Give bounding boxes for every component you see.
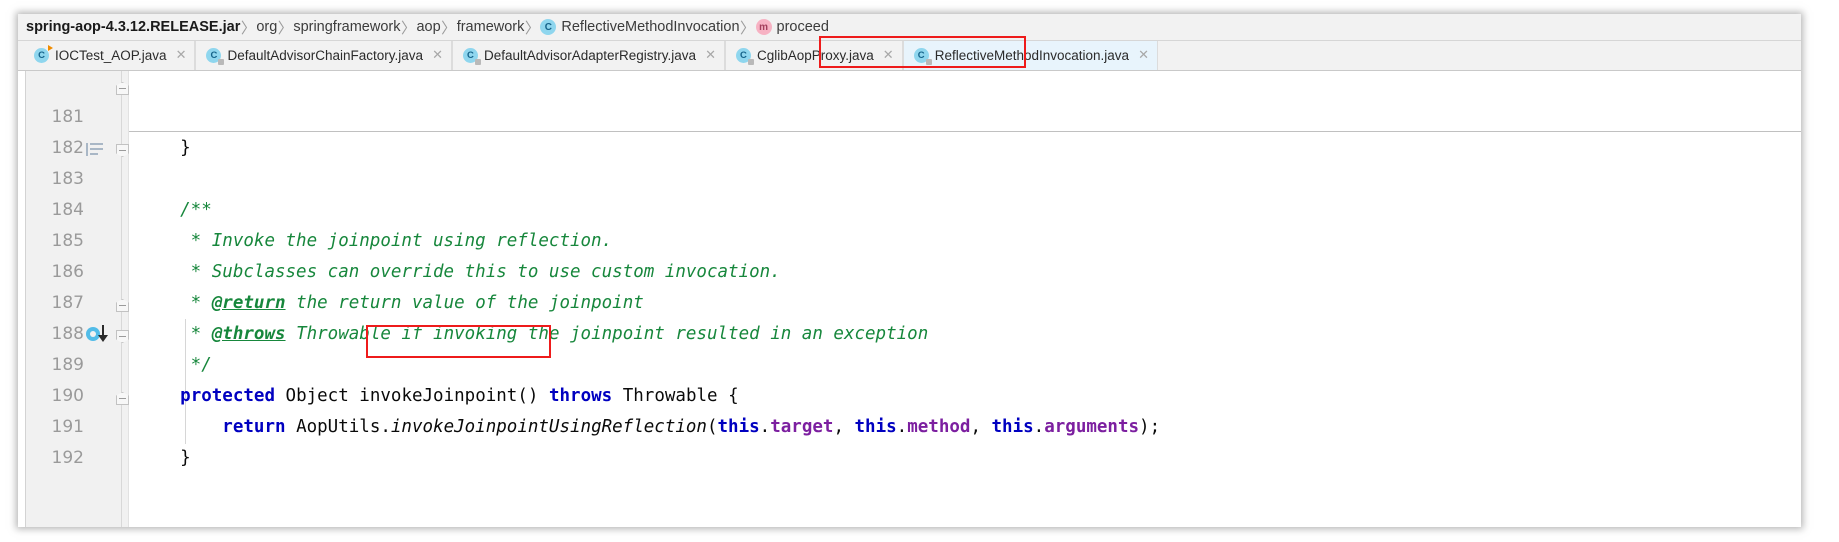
breadcrumb-separator: 〉 xyxy=(441,18,457,37)
class-icon: C xyxy=(540,19,557,35)
java-class-icon: C xyxy=(462,48,481,65)
code-line-185: 185 * Subclasses can override this to us… xyxy=(18,195,1801,282)
code-line-190: 190 return AopUtils.invokeJoinpointUsing… xyxy=(18,350,1801,437)
code-line-188: 188 */ xyxy=(18,288,1801,375)
tab-default-advisor-adapter-registry[interactable]: C DefaultAdvisorAdapterRegistry.java ✕ xyxy=(451,41,725,70)
close-icon[interactable]: ✕ xyxy=(705,49,716,62)
code-line-187: 187 * @throws Throwable if invoking the … xyxy=(18,257,1801,344)
code-line-181: 181 } xyxy=(18,71,1801,158)
tab-label: IOCTest_AOP.java xyxy=(55,47,167,63)
java-class-icon: C xyxy=(913,48,932,65)
breadcrumb-label: springframework xyxy=(293,19,401,35)
tab-label: ReflectiveMethodInvocation.java xyxy=(934,47,1130,63)
breadcrumb-item-class[interactable]: C ReflectiveMethodInvocation xyxy=(540,14,740,40)
code-line-191: 191 } xyxy=(18,381,1801,468)
breadcrumb-item-aop[interactable]: aop xyxy=(416,14,440,40)
tab-label: DefaultAdvisorAdapterRegistry.java xyxy=(483,47,697,63)
code-line-189: 189 protected Object invokeJoinpoint() t… xyxy=(18,319,1801,406)
breadcrumb-label: ReflectiveMethodInvocation xyxy=(561,19,740,35)
code-editor[interactable]: 181 } 182 183 /** 184 * Invoke the joinp… xyxy=(18,71,1801,527)
java-class-icon: C xyxy=(34,45,53,63)
breadcrumb-item-jar[interactable]: spring-aop-4.3.12.RELEASE.jar xyxy=(26,14,240,40)
code-line-192: 192 xyxy=(18,412,1801,468)
code-text: } xyxy=(138,448,191,468)
breadcrumb-separator: 〉 xyxy=(240,18,256,37)
line-number: 192 xyxy=(51,448,84,468)
java-class-icon: C xyxy=(735,48,754,65)
code-line-182: 182 xyxy=(18,102,1801,158)
breadcrumb-label: spring-aop-4.3.12.RELEASE.jar xyxy=(26,19,241,35)
java-class-icon: C xyxy=(206,48,225,65)
breadcrumb-label: org xyxy=(256,19,278,35)
tab-label: CglibAopProxy.java xyxy=(756,47,874,63)
tab-reflective-method-invocation[interactable]: C ReflectiveMethodInvocation.java ✕ xyxy=(902,41,1158,70)
tab-default-advisor-chain-factory[interactable]: C DefaultAdvisorChainFactory.java ✕ xyxy=(195,41,452,70)
close-icon[interactable]: ✕ xyxy=(883,49,894,62)
close-icon[interactable]: ✕ xyxy=(1138,49,1149,62)
breadcrumb: spring-aop-4.3.12.RELEASE.jar 〉 org 〉 sp… xyxy=(18,14,1801,41)
breadcrumb-separator: 〉 xyxy=(277,18,293,37)
breadcrumb-separator: 〉 xyxy=(740,18,756,37)
breadcrumb-separator: 〉 xyxy=(524,18,540,37)
ide-editor-window: spring-aop-4.3.12.RELEASE.jar 〉 org 〉 sp… xyxy=(18,14,1801,527)
breadcrumb-separator: 〉 xyxy=(400,18,416,37)
breadcrumb-label: aop xyxy=(416,19,441,35)
method-icon: m xyxy=(755,19,772,35)
code-line-183: 183 /** xyxy=(18,133,1801,220)
editor-tab-bar: C IOCTest_AOP.java ✕ C DefaultAdvisorCha… xyxy=(18,41,1801,71)
breadcrumb-item-method[interactable]: m proceed xyxy=(755,14,829,40)
close-icon[interactable]: ✕ xyxy=(432,49,443,62)
code-line-186: 186 * @return the return value of the jo… xyxy=(18,226,1801,313)
breadcrumb-label: proceed xyxy=(776,19,829,35)
breadcrumb-item-springframework[interactable]: springframework xyxy=(293,14,400,40)
tab-ioctest-aop[interactable]: C IOCTest_AOP.java ✕ xyxy=(24,41,196,70)
breadcrumb-item-org[interactable]: org xyxy=(256,14,277,40)
tab-cglib-aop-proxy[interactable]: C CglibAopProxy.java ✕ xyxy=(724,41,903,70)
close-icon[interactable]: ✕ xyxy=(176,49,187,62)
tab-label: DefaultAdvisorChainFactory.java xyxy=(227,47,424,63)
breadcrumb-label: framework xyxy=(456,19,525,35)
code-line-184: 184 * Invoke the joinpoint using reflect… xyxy=(18,164,1801,251)
breadcrumb-item-framework[interactable]: framework xyxy=(457,14,525,40)
